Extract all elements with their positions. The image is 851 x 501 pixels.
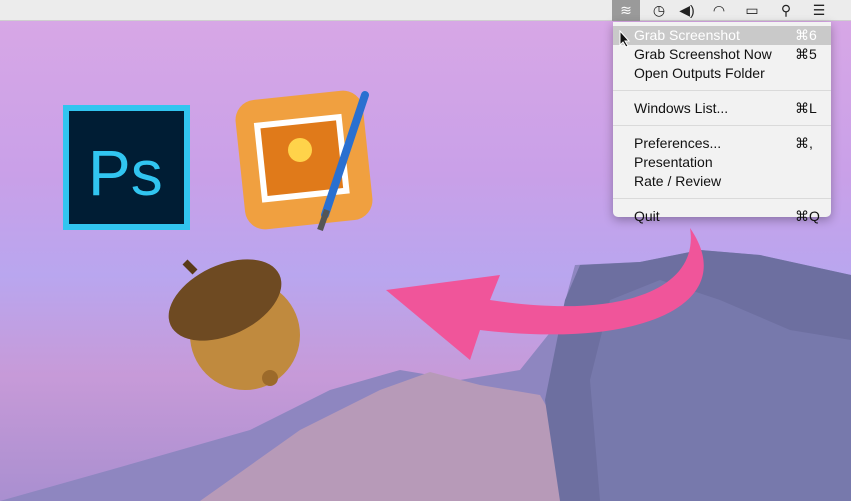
menu-item-shortcut bbox=[795, 153, 819, 172]
battery-icon[interactable]: ▭ bbox=[738, 0, 766, 21]
menu-item-shortcut bbox=[795, 64, 819, 83]
menu-item-shortcut: ⌘L bbox=[795, 100, 817, 116]
menu-item-label: Grab Screenshot bbox=[634, 27, 740, 43]
wifi-icon[interactable]: ◠ bbox=[705, 0, 733, 21]
menu-item-preferences[interactable]: Preferences... ⌘, bbox=[613, 134, 831, 153]
menu-item-label: Open Outputs Folder bbox=[634, 65, 765, 81]
dropdown-menu: Grab Screenshot ⌘6 Grab Screenshot Now ⌘5 Op… bbox=[613, 22, 831, 224]
ps-logo-text: Ps bbox=[88, 137, 163, 209]
menu-separator bbox=[613, 125, 831, 126]
menu-item-grab-screenshot[interactable]: Grab Screenshot ⌘6 bbox=[613, 26, 831, 45]
list-icon[interactable]: ☰ bbox=[805, 0, 833, 21]
menu-separator bbox=[613, 198, 831, 199]
search-icon[interactable]: ⚲ bbox=[772, 0, 800, 21]
photoshop-icon[interactable]: Ps bbox=[63, 105, 190, 230]
menu-item-label: Presentation bbox=[634, 154, 713, 170]
menu-bar: ≋ ◷ ◀) ◠ ▭ ⚲ ☰ bbox=[0, 0, 851, 21]
menu-item-shortcut bbox=[795, 172, 819, 191]
menu-item-shortcut: ⌘, bbox=[795, 135, 813, 151]
menu-item-presentation[interactable]: Presentation bbox=[613, 153, 831, 172]
menu-item-label: Preferences... bbox=[634, 135, 722, 151]
acorn-icon[interactable] bbox=[156, 243, 300, 390]
menu-item-label: Rate / Review bbox=[634, 173, 722, 189]
menu-item-label: Windows List... bbox=[634, 100, 729, 116]
menu-separator bbox=[613, 90, 831, 91]
menu-item-open-outputs-folder[interactable]: Open Outputs Folder bbox=[613, 64, 831, 83]
menu-item-quit[interactable]: Quit ⌘Q bbox=[613, 207, 831, 226]
menu-item-shortcut: ⌘5 bbox=[795, 46, 817, 62]
mouse-cursor-icon bbox=[619, 30, 631, 48]
menu-item-label: Grab Screenshot Now bbox=[634, 46, 772, 62]
pixelmator-icon[interactable] bbox=[234, 89, 375, 232]
time-machine-icon[interactable]: ◷ bbox=[645, 0, 673, 21]
layers-icon[interactable]: ≋ bbox=[612, 0, 640, 21]
menu-item-windows-list[interactable]: Windows List... ⌘L bbox=[613, 99, 831, 118]
menu-item-rate-review[interactable]: Rate / Review bbox=[613, 172, 831, 191]
menu-item-shortcut: ⌘Q bbox=[795, 208, 820, 224]
menu-item-shortcut: ⌘6 bbox=[795, 27, 817, 43]
volume-icon[interactable]: ◀) bbox=[673, 0, 701, 21]
menu-item-grab-screenshot-now[interactable]: Grab Screenshot Now ⌘5 bbox=[613, 45, 831, 64]
menu-item-label: Quit bbox=[634, 208, 660, 224]
